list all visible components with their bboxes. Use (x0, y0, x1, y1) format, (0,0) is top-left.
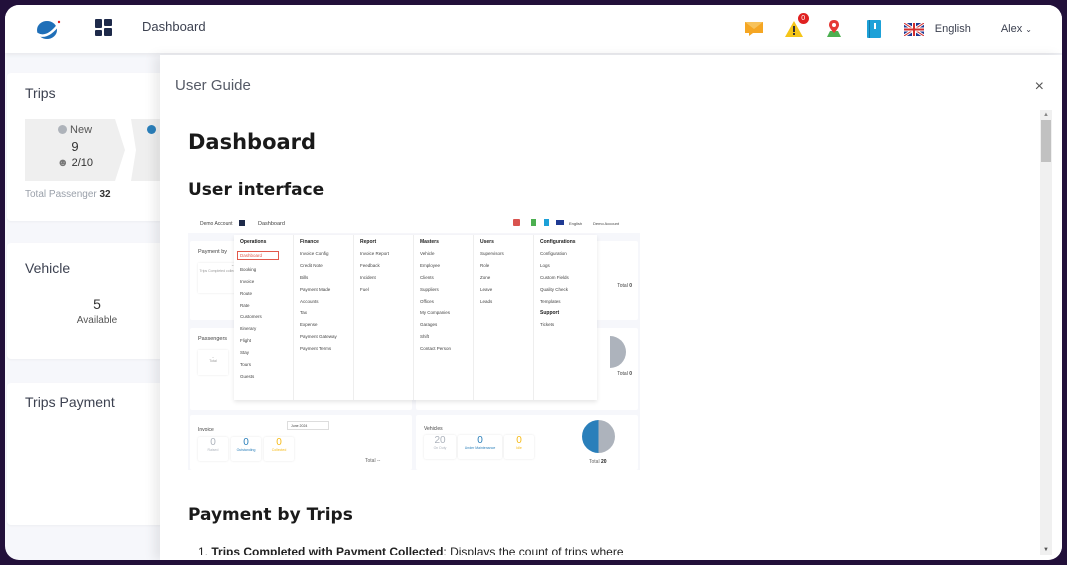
scrollbar-thumb[interactable] (1041, 120, 1051, 162)
language-selector[interactable]: English (935, 23, 971, 35)
passenger-icon: ☻ (56, 157, 69, 169)
modal-title: User Guide (175, 77, 251, 94)
user-name: Alex (1000, 23, 1023, 35)
alert-icon[interactable]: 0 (783, 13, 809, 40)
shot-user: Demo Account (593, 221, 620, 226)
shot-grid-icon (239, 220, 245, 226)
ui-screenshot-image: Demo Account Dashboard English Demo Acco… (188, 215, 640, 470)
trips-payment-title: Trips Payment (25, 394, 115, 410)
apps-grid-icon[interactable] (95, 19, 112, 36)
scroll-up-icon[interactable]: ▲ (1043, 112, 1049, 118)
trip-step-passengers: 2/10 (71, 157, 94, 169)
shot-invoice-card: Invoice June 2024 0 Raised 0 Outstanding… (190, 415, 412, 470)
guide-book-icon[interactable] (863, 18, 885, 40)
app-window: Dashboard 0 English Alex ⌄ Trips New 9 ☻… (5, 5, 1062, 560)
modal-scrollbar[interactable]: ▲ ▼ (1040, 110, 1052, 555)
trip-step-label: New (70, 124, 93, 136)
trip-step-count: 9 (71, 139, 79, 154)
trips-payment-card: Trips Payment (7, 383, 177, 525)
map-pin-icon[interactable] (823, 18, 845, 40)
guide-heading-user-interface: User interface (188, 180, 325, 200)
logo-icon[interactable] (35, 16, 61, 42)
shot-account: Demo Account (200, 221, 233, 227)
shot-payment-by: Payment by (198, 249, 228, 255)
chevron-down-icon: ⌄ (1025, 25, 1032, 34)
alert-count-badge: 0 (797, 13, 809, 24)
message-icon[interactable] (743, 18, 765, 40)
vehicle-card: Vehicle 5 Available (7, 243, 177, 359)
user-guide-modal: User Guide × ▲ ▼ Dashboard User interfac… (160, 55, 1062, 560)
guide-heading-dashboard: Dashboard (188, 130, 317, 154)
total-passenger-label: Total Passenger (25, 189, 97, 200)
shot-mega-menu: Operations Dashboard Booking Invoice Rou… (234, 235, 597, 400)
page-title: Dashboard (142, 19, 206, 34)
shot-map-icon (531, 219, 536, 226)
status-dot-blue (147, 125, 156, 134)
scroll-down-icon[interactable]: ▼ (1043, 547, 1049, 553)
shot-vehicles-card: Vehicles 20 On Duty 0 Under Maintenance … (416, 415, 638, 470)
close-icon[interactable]: × (1035, 78, 1044, 96)
guide-content: Dashboard User interface Demo Account Da… (188, 125, 1038, 555)
shot-passengers: Passengers (198, 336, 228, 342)
total-passenger-value: 32 (99, 189, 111, 200)
vehicle-card-title: Vehicle (25, 260, 71, 276)
top-navbar: Dashboard 0 English Alex ⌄ (5, 5, 1062, 53)
trips-card-title: Trips (25, 85, 56, 101)
shot-title: Dashboard (258, 221, 285, 227)
shot-language: English (569, 221, 583, 226)
shot-passenger-pie (610, 336, 626, 368)
status-dot-gray (57, 125, 67, 134)
guide-heading-payment-by-trips: Payment by Trips (188, 505, 353, 525)
trip-step-new[interactable]: New 9 ☻ 2/10 (25, 119, 125, 181)
user-menu[interactable]: Alex ⌄ (1001, 23, 1032, 35)
shot-mail-icon (513, 219, 520, 226)
guide-list-item: 1. Trips Completed with Payment Collecte… (198, 545, 624, 555)
trips-card: Trips New 9 ☻ 2/10 Total Passenger 32 (7, 73, 181, 221)
shot-flag-icon (556, 220, 564, 225)
shot-book-icon (544, 219, 549, 226)
shot-vehicles-pie (582, 420, 615, 453)
uk-flag-icon[interactable] (903, 18, 925, 40)
